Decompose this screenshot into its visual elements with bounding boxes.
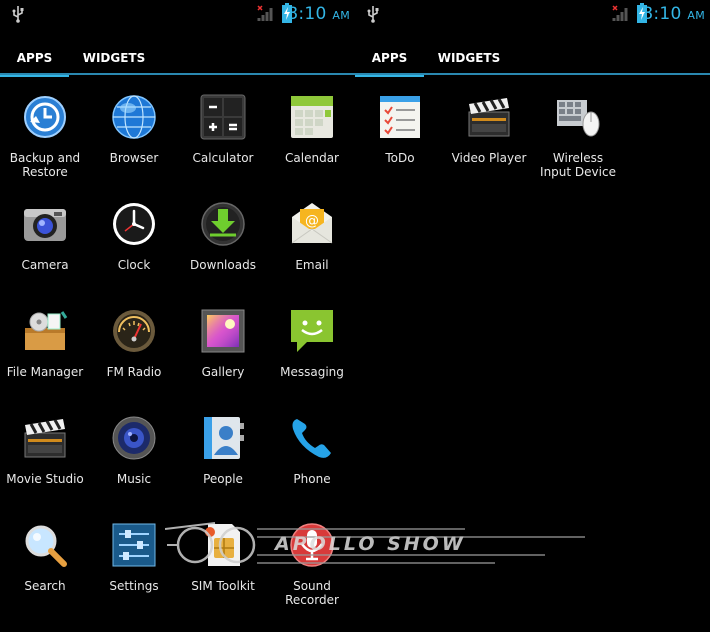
app-label: Gallery [201, 365, 245, 379]
app-camera[interactable]: Camera [0, 197, 90, 297]
tab-divider [355, 73, 710, 75]
magnifier-icon [22, 522, 68, 568]
app-label: Calendar [285, 151, 339, 165]
app-calendar[interactable]: Calendar [267, 90, 355, 190]
app-label: Camera [21, 258, 69, 272]
sim-card-icon [200, 522, 246, 568]
globe-icon [111, 94, 157, 140]
app-people[interactable]: People [178, 411, 268, 511]
app-label: Wireless Input Device [540, 151, 616, 179]
tab-apps[interactable]: APPS [0, 42, 69, 77]
app-label: Calculator [192, 151, 254, 165]
app-label: Music [116, 472, 152, 486]
app-label: Browser [109, 151, 159, 165]
app-downloads[interactable]: Downloads [178, 197, 268, 297]
app-label: Search [24, 579, 66, 593]
app-label: ToDo [385, 151, 415, 165]
status-bar: 8:10 AM [0, 0, 355, 28]
tab-bar: APPS WIDGETS [0, 42, 355, 77]
tab-bar: APPS WIDGETS [355, 42, 710, 77]
app-gallery[interactable]: Gallery [178, 304, 268, 404]
app-label: Clock [117, 258, 151, 272]
app-backup-and-restore[interactable]: Backup and Restore [0, 90, 90, 190]
app-movie-studio[interactable]: Movie Studio [0, 411, 90, 511]
app-fm-radio[interactable]: FM Radio [89, 304, 179, 404]
app-label: Sound Recorder [285, 579, 339, 607]
tab-widgets[interactable]: WIDGETS [72, 42, 156, 74]
app-clock[interactable]: Clock [89, 197, 179, 297]
app-music[interactable]: Music [89, 411, 179, 511]
app-wireless-input-device[interactable]: Wireless Input Device [533, 90, 623, 190]
app-browser[interactable]: Browser [89, 90, 179, 190]
app-search[interactable]: Search [0, 518, 90, 618]
file-box-icon [22, 308, 68, 354]
status-bar: 8:10 AM [355, 0, 710, 28]
app-label: SIM Toolkit [191, 579, 255, 593]
app-settings[interactable]: Settings [89, 518, 179, 618]
clock-icon [111, 201, 157, 247]
app-drawer-page-2: 8:10 AM APPS WIDGETS ToDo Video Player Wir… [355, 0, 710, 632]
app-email[interactable]: @ Email [267, 197, 355, 297]
app-messaging[interactable]: Messaging [267, 304, 355, 404]
calculator-icon [200, 94, 246, 140]
usb-icon [10, 5, 26, 23]
sliders-icon [111, 522, 157, 568]
app-drawer-page-1: 8:10 AM APPS WIDGETS Backup and Restore B… [0, 0, 355, 632]
download-icon [200, 201, 246, 247]
app-label: Phone [293, 472, 331, 486]
status-time: 8:10 AM [642, 4, 705, 24]
app-label: Video Player [451, 151, 527, 165]
app-label: FM Radio [106, 365, 162, 379]
svg-text:@: @ [305, 213, 319, 229]
app-label: Messaging [280, 365, 344, 379]
tab-apps[interactable]: APPS [355, 42, 424, 77]
app-label: Email [295, 258, 329, 272]
tab-divider [0, 73, 355, 75]
app-todo[interactable]: ToDo [355, 90, 445, 190]
usb-icon [365, 5, 381, 23]
chat-bubble-icon [289, 308, 335, 354]
checklist-icon [377, 94, 423, 140]
app-file-manager[interactable]: File Manager [0, 304, 90, 404]
app-sim-toolkit[interactable]: SIM Toolkit [178, 518, 268, 618]
keyboard-mouse-icon [555, 94, 601, 140]
radio-dial-icon [111, 308, 157, 354]
app-phone[interactable]: Phone [267, 411, 355, 511]
signal-icon [612, 5, 630, 21]
app-label: Downloads [190, 258, 256, 272]
tab-widgets[interactable]: WIDGETS [427, 42, 511, 74]
calendar-icon [289, 94, 335, 140]
app-label: Movie Studio [6, 472, 84, 486]
photo-frame-icon [200, 308, 246, 354]
app-video-player[interactable]: Video Player [444, 90, 534, 190]
status-time: 8:10 AM [287, 4, 350, 24]
microphone-icon [289, 522, 335, 568]
camera-icon [22, 201, 68, 247]
app-label: File Manager [6, 365, 84, 379]
signal-icon [257, 5, 275, 21]
speaker-icon [111, 415, 157, 461]
app-label: People [203, 472, 243, 486]
contact-card-icon [200, 415, 246, 461]
clapperboard-icon [466, 94, 512, 140]
backup-restore-icon [22, 94, 68, 140]
envelope-icon: @ [289, 201, 335, 247]
app-label: Settings [109, 579, 159, 593]
app-label: Backup and Restore [9, 151, 81, 179]
phone-handset-icon [289, 415, 335, 461]
app-sound-recorder[interactable]: Sound Recorder [267, 518, 355, 618]
clapperboard-icon [22, 415, 68, 461]
app-calculator[interactable]: Calculator [178, 90, 268, 190]
